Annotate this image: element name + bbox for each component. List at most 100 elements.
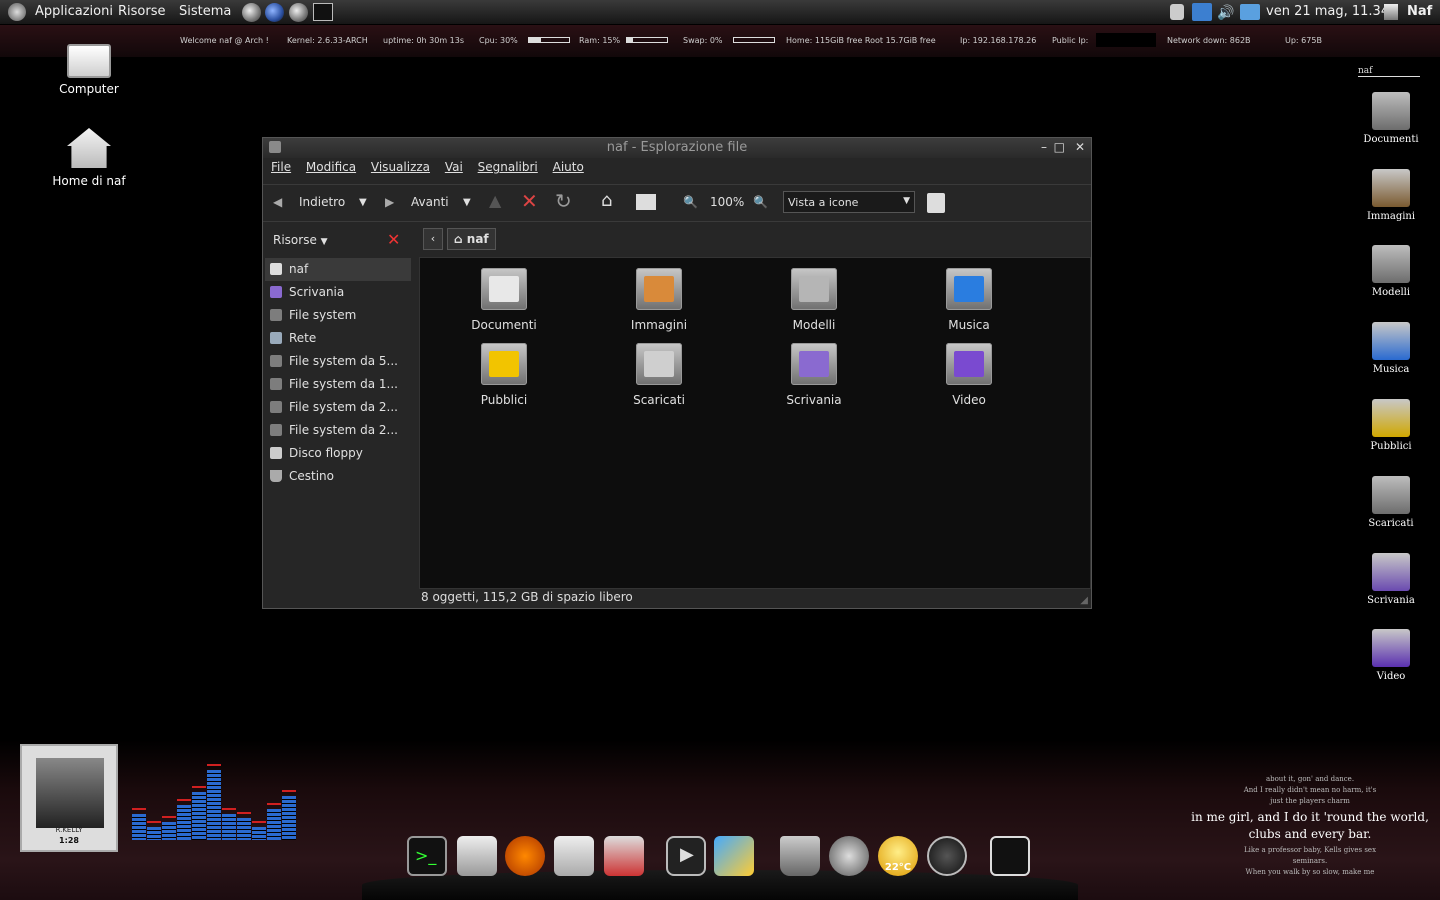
search-icon[interactable] — [927, 193, 945, 213]
place-label: Cestino — [289, 469, 334, 483]
launcher-icon[interactable] — [242, 3, 261, 22]
terminal-dock-icon[interactable]: >_ — [407, 836, 447, 876]
file-item-scrivania[interactable]: Scrivania — [754, 343, 874, 407]
sidebar-item-floppy[interactable]: Disco floppy — [265, 442, 411, 465]
computer-toolbar-icon[interactable] — [636, 194, 656, 210]
home-toolbar-icon[interactable]: ⌂ — [601, 190, 612, 211]
desktop-icon-home[interactable]: Home di naf — [34, 128, 144, 188]
equalizer-peak — [222, 808, 236, 810]
reload-icon[interactable]: ↻ — [555, 189, 572, 213]
file-item-video[interactable]: Video — [909, 343, 1029, 407]
menu-risorse[interactable]: Risorse — [118, 4, 166, 19]
gnome-dock-icon[interactable] — [829, 836, 869, 876]
maximize-button[interactable]: □ — [1054, 140, 1065, 154]
forward-button[interactable]: Avanti — [411, 195, 449, 209]
sidebar-item-volume-2[interactable]: File system da 1... — [265, 373, 411, 396]
desktop-folder-modelli[interactable]: Modelli — [1355, 245, 1427, 298]
desktop-folder-scrivania[interactable]: Scrivania — [1355, 553, 1427, 606]
back-history-chevron-icon[interactable]: ▼ — [359, 197, 367, 208]
desktop-folder-documenti[interactable]: Documenti — [1355, 92, 1427, 145]
zoom-in-icon[interactable]: 🔍 — [753, 195, 768, 209]
menu-applicazioni[interactable]: Applicazioni — [35, 4, 113, 19]
install-dock-icon[interactable] — [604, 836, 644, 876]
folder-label: Scrivania — [1367, 595, 1415, 606]
sidebar-item-filesystem[interactable]: File system — [265, 304, 411, 327]
terminal-launcher-icon[interactable] — [313, 3, 333, 21]
public-ip-box — [1096, 33, 1156, 47]
equalizer-bar — [282, 796, 296, 840]
gnome-foot-icon[interactable] — [8, 3, 26, 21]
desktop-folder-scaricati[interactable]: Scaricati — [1355, 476, 1427, 529]
up-arrow-icon[interactable]: ▲ — [489, 191, 501, 210]
zoom-out-icon[interactable]: 🔍 — [683, 195, 698, 209]
sidebar-item-scrivania[interactable]: Scrivania — [265, 281, 411, 304]
file-item-musica[interactable]: Musica — [909, 268, 1029, 332]
file-item-documenti[interactable]: Documenti — [444, 268, 564, 332]
file-item-scaricati[interactable]: Scaricati — [599, 343, 719, 407]
sidebar-item-volume-3[interactable]: File system da 2... — [265, 396, 411, 419]
close-button[interactable]: ✕ — [1075, 140, 1085, 154]
swap-text: Swap: 0% — [683, 36, 723, 45]
cursor-app-icon[interactable] — [1192, 3, 1212, 21]
sidebar-item-volume-1[interactable]: File system da 5... — [265, 350, 411, 373]
desktop-folder-immagini[interactable]: Immagini — [1355, 169, 1427, 222]
view-mode-select[interactable]: Vista a icone ▼ — [783, 191, 915, 213]
firefox-dock-icon[interactable] — [505, 836, 545, 876]
menu-bar: File Modifica Visualizza Vai Segnalibri … — [271, 160, 595, 182]
disk-text: Home: 115GiB free Root 15.7GiB free — [786, 36, 936, 45]
close-sidebar-icon[interactable]: ✕ — [387, 230, 400, 249]
calculator-dock-icon[interactable] — [457, 836, 497, 876]
album-caption: R.KELLY — [55, 826, 83, 834]
path-back-chevron-icon[interactable]: ‹ — [423, 228, 443, 250]
sidebar-item-rete[interactable]: Rete — [265, 327, 411, 350]
clock[interactable]: ven 21 mag, 11.34 — [1266, 4, 1389, 19]
file-item-modelli[interactable]: Modelli — [754, 268, 874, 332]
mail-dock-icon[interactable] — [554, 836, 594, 876]
desktop-icon-computer[interactable]: Computer — [34, 44, 144, 96]
file-item-pubblici[interactable]: Pubblici — [444, 343, 564, 407]
stop-icon[interactable]: ✕ — [521, 189, 538, 213]
back-button[interactable]: Indietro — [299, 195, 345, 209]
desktop-folder-musica[interactable]: Musica — [1355, 322, 1427, 375]
image-viewer-dock-icon[interactable] — [714, 836, 754, 876]
menu-visualizza[interactable]: Visualizza — [371, 160, 430, 174]
path-label: naf — [466, 232, 489, 246]
sidebar-item-cestino[interactable]: Cestino — [265, 465, 411, 488]
sidebar-item-naf[interactable]: naf — [265, 258, 411, 281]
menu-segnalibri[interactable]: Segnalibri — [478, 160, 538, 174]
weather-dock-icon[interactable]: 22°C — [878, 836, 918, 876]
folder-downloads-icon — [636, 343, 682, 385]
sidebar-header[interactable]: Risorse ▼ — [273, 233, 328, 247]
menu-aiuto[interactable]: Aiuto — [553, 160, 584, 174]
user-name[interactable]: Naf — [1407, 4, 1432, 19]
media-player-dock-icon[interactable]: ▶ — [666, 836, 706, 876]
icon-view[interactable]: Documenti Immagini Modelli Musica Pubbli… — [419, 257, 1091, 589]
folder-label: Modelli — [1371, 287, 1411, 298]
power-dock-icon[interactable] — [927, 836, 967, 876]
folder-icon — [1372, 92, 1410, 130]
drive-icon — [270, 355, 282, 367]
menu-sistema[interactable]: Sistema — [179, 4, 231, 19]
update-launcher-icon[interactable] — [289, 3, 308, 22]
menu-file[interactable]: File — [271, 160, 291, 174]
lyrics-line: And I really didn't mean no harm, it's — [1243, 786, 1377, 794]
network-manager-icon[interactable] — [1170, 4, 1184, 20]
settings-dock-icon[interactable] — [990, 836, 1030, 876]
volume-icon[interactable]: 🔊 — [1217, 5, 1234, 21]
browser-launcher-icon[interactable] — [265, 3, 284, 22]
display-icon[interactable] — [1240, 4, 1260, 20]
trash-dock-icon[interactable] — [780, 836, 820, 876]
desktop-folder-video[interactable]: Video — [1355, 629, 1427, 682]
file-item-immagini[interactable]: Immagini — [599, 268, 719, 332]
floppy-icon — [270, 447, 282, 459]
resize-grip-icon[interactable]: ◢ — [1080, 595, 1088, 606]
path-button-naf[interactable]: ⌂ naf — [447, 228, 496, 250]
desktop-folder-pubblici[interactable]: Pubblici — [1355, 399, 1427, 452]
menu-vai[interactable]: Vai — [445, 160, 463, 174]
zoom-level[interactable]: 100% — [710, 195, 744, 209]
window-titlebar[interactable]: naf - Esplorazione file – □ ✕ — [263, 138, 1091, 158]
sidebar-item-volume-4[interactable]: File system da 2... — [265, 419, 411, 442]
menu-modifica[interactable]: Modifica — [306, 160, 356, 174]
minimize-button[interactable]: – — [1041, 140, 1047, 154]
forward-history-chevron-icon[interactable]: ▼ — [463, 197, 471, 208]
